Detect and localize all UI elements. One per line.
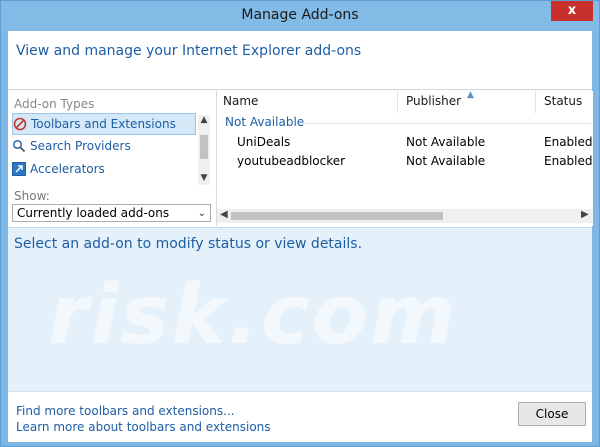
scroll-right-icon[interactable]: ▶ xyxy=(581,209,589,220)
list-horizontal-scrollbar[interactable]: ◀ ▶ xyxy=(217,209,593,223)
magnifier-icon xyxy=(12,139,26,153)
column-publisher[interactable]: Publisher xyxy=(406,94,461,108)
column-name[interactable]: Name xyxy=(223,94,258,108)
footer: Find more toolbars and extensions... Lea… xyxy=(8,391,592,442)
type-item-label: Toolbars and Extensions xyxy=(31,117,176,131)
column-status[interactable]: Status xyxy=(544,94,582,108)
find-more-link[interactable]: Find more toolbars and extensions... xyxy=(16,404,235,418)
type-toolbars-and-extensions[interactable]: Toolbars and Extensions xyxy=(12,113,196,135)
dialog-client-area: View and manage your Internet Explorer a… xyxy=(8,31,593,442)
watermark: risk.com xyxy=(48,268,458,363)
group-divider xyxy=(301,123,591,124)
header-text: View and manage your Internet Explorer a… xyxy=(16,43,362,59)
addon-publisher: Not Available xyxy=(406,154,486,168)
type-item-label: Accelerators xyxy=(30,162,105,176)
table-row[interactable]: UniDeals Not Available Enabled xyxy=(217,134,593,152)
show-label: Show: xyxy=(14,189,50,203)
column-divider xyxy=(535,91,536,113)
addon-name: UniDeals xyxy=(237,135,291,149)
show-filter-select[interactable]: Currently loaded add-ons ⌄ xyxy=(12,204,211,222)
group-header-not-available: Not Available xyxy=(225,115,305,129)
details-instruction: Select an add-on to modify status or vie… xyxy=(14,236,363,252)
column-divider xyxy=(397,91,398,113)
addon-list: Name ▲ Publisher Status Not Available Un… xyxy=(216,90,593,226)
addon-status: Enabled xyxy=(544,135,593,149)
scroll-left-icon[interactable]: ◀ xyxy=(220,209,228,220)
addon-name: youtubeadblocker xyxy=(237,154,346,168)
types-scrollbar[interactable]: ▲ ▼ xyxy=(198,115,210,185)
addon-status: Enabled xyxy=(544,154,593,168)
addon-types-pane: Add-on Types Toolbars and Extensions Sea… xyxy=(8,91,213,226)
table-row[interactable]: youtubeadblocker Not Available Enabled xyxy=(217,153,593,171)
types-scroll-thumb[interactable] xyxy=(200,135,208,159)
addon-types-label: Add-on Types xyxy=(14,97,95,111)
learn-more-link[interactable]: Learn more about toolbars and extensions xyxy=(16,420,271,434)
details-panel: Select an add-on to modify status or vie… xyxy=(8,227,592,392)
no-entry-gear-icon xyxy=(13,117,27,131)
type-accelerators[interactable]: Accelerators xyxy=(12,159,196,179)
window-title: Manage Add-ons xyxy=(241,7,359,23)
manage-addons-window: Manage Add-ons x View and manage your In… xyxy=(0,0,600,447)
list-scroll-thumb[interactable] xyxy=(231,212,443,220)
close-button[interactable]: Close xyxy=(518,402,586,426)
type-item-label: Search Providers xyxy=(30,139,131,153)
sort-ascending-icon: ▲ xyxy=(467,90,474,100)
scroll-down-icon[interactable]: ▼ xyxy=(198,173,210,183)
show-filter-value: Currently loaded add-ons xyxy=(17,206,170,220)
chevron-down-icon: ⌄ xyxy=(197,207,206,219)
title-bar[interactable]: Manage Add-ons x xyxy=(1,1,599,31)
window-close-button[interactable]: x xyxy=(551,1,593,21)
addon-publisher: Not Available xyxy=(406,135,486,149)
scroll-up-icon[interactable]: ▲ xyxy=(198,115,210,125)
accelerator-arrow-icon xyxy=(12,162,26,176)
type-search-providers[interactable]: Search Providers xyxy=(12,136,196,156)
header-band: View and manage your Internet Explorer a… xyxy=(8,31,592,90)
